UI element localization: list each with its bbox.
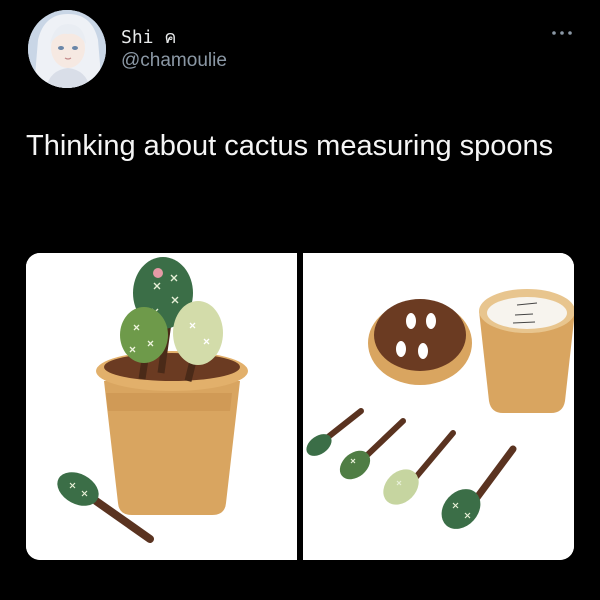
user-handle[interactable]: @chamoulie: [121, 50, 227, 72]
media-image-right[interactable]: [303, 253, 574, 560]
cactus-pot-photo: [26, 253, 297, 560]
avatar-illustration: [28, 10, 106, 88]
cactus-spoon-set-photo: [303, 253, 574, 560]
avatar[interactable]: [28, 10, 106, 88]
tweet-text: Thinking about cactus measuring spoons: [26, 130, 554, 162]
tweet: Shi ค @chamoulie Thinking about cactus m…: [0, 0, 600, 600]
name-glyph: ค: [164, 27, 177, 48]
media-image-left[interactable]: [26, 253, 297, 560]
ellipsis-icon[interactable]: [548, 24, 576, 42]
display-name-text: Shi: [121, 27, 154, 48]
display-name[interactable]: Shi ค: [121, 22, 176, 51]
